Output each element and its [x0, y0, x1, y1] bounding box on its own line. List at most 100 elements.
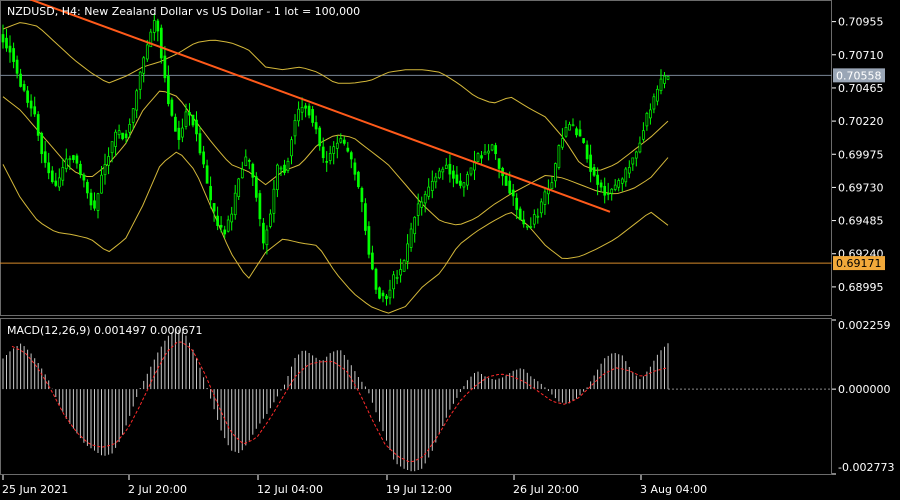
- candle: [96, 192, 100, 219]
- candle: [22, 80, 26, 93]
- candle: [307, 103, 311, 119]
- candle: [138, 70, 142, 100]
- candle: [448, 154, 452, 183]
- price-tick-label: 0.70220: [838, 115, 884, 128]
- candle: [582, 138, 585, 144]
- time-tick-label: 3 Aug 04:00: [640, 483, 707, 496]
- candle: [75, 153, 79, 169]
- candle: [385, 294, 388, 306]
- candle: [251, 162, 255, 186]
- trendline[interactable]: [29, 0, 611, 213]
- candle: [142, 56, 146, 83]
- level-price-badge: 0.69171: [833, 256, 885, 271]
- candle: [554, 162, 557, 188]
- candle: [314, 115, 318, 135]
- candle: [216, 206, 219, 231]
- price-tick-label: 0.70710: [838, 49, 884, 62]
- candle: [606, 182, 610, 201]
- candle: [240, 161, 244, 179]
- chart-window: 0.70955 0.70710 0.70465 0.70220 0.69975 0.697…: [0, 0, 894, 496]
- candle: [50, 166, 54, 184]
- candle: [413, 216, 417, 243]
- candle: [367, 221, 371, 259]
- candle: [40, 131, 44, 164]
- candle: [371, 245, 374, 271]
- candle: [589, 144, 592, 183]
- candle: [494, 142, 497, 160]
- candle: [406, 234, 409, 270]
- candle: [395, 270, 399, 285]
- candle: [283, 159, 286, 176]
- candle: [8, 35, 12, 63]
- candle: [79, 160, 82, 179]
- time-tick-label: 19 Jul 12:00: [386, 483, 452, 496]
- candle: [578, 120, 582, 137]
- candle: [666, 75, 670, 81]
- candle: [269, 209, 272, 229]
- price-tick-label: 0.69485: [838, 215, 884, 228]
- candle: [515, 193, 519, 219]
- candle: [279, 165, 283, 176]
- candle: [568, 121, 571, 131]
- svg-text:0.70558: 0.70558: [836, 69, 882, 82]
- candle: [286, 157, 290, 174]
- macd-histogram: [2, 328, 669, 472]
- candle: [663, 72, 666, 89]
- candle: [107, 147, 110, 175]
- chart-title: NZDUSD, H4: New Zealand Dollar vs US Dol…: [7, 5, 360, 18]
- candle: [459, 173, 462, 189]
- macd-signal-line: [11, 341, 669, 463]
- candle: [627, 160, 631, 179]
- candle: [624, 167, 628, 187]
- candle: [378, 286, 381, 300]
- candle: [392, 271, 395, 299]
- candle: [561, 128, 564, 150]
- candle: [72, 154, 75, 163]
- candle: [497, 158, 501, 179]
- candle: [265, 225, 269, 255]
- candle: [543, 188, 547, 215]
- candle: [539, 198, 543, 218]
- candle: [349, 150, 353, 169]
- candle: [26, 86, 29, 108]
- price-axis: 0.70955 0.70710 0.70465 0.70220 0.69975 0.697…: [832, 16, 894, 475]
- candle: [335, 135, 339, 159]
- candle: [276, 163, 279, 198]
- candle: [631, 157, 635, 171]
- candle: [634, 150, 638, 167]
- candle: [328, 145, 332, 165]
- candle: [297, 101, 300, 127]
- price-tick-label: 0.68995: [838, 281, 884, 294]
- candle: [603, 177, 607, 204]
- candle: [437, 167, 441, 180]
- candle: [205, 159, 209, 184]
- candle: [262, 218, 265, 250]
- candle: [444, 158, 448, 169]
- macd-tick-label: -0.002773: [838, 461, 894, 474]
- candle: [613, 179, 617, 192]
- candle: [434, 172, 438, 189]
- price-panel[interactable]: [0, 0, 832, 314]
- time-axis: 25 Jun 2021 2 Jul 20:00 12 Jul 04:00 19 Jul…: [2, 475, 707, 496]
- candle: [103, 153, 107, 185]
- candle: [272, 180, 276, 223]
- candle: [649, 103, 652, 125]
- candle: [177, 120, 181, 150]
- candle: [47, 152, 51, 180]
- candle: [57, 168, 61, 191]
- candle: [86, 179, 89, 199]
- candle: [159, 24, 163, 64]
- candle: [364, 198, 367, 236]
- candle: [167, 65, 170, 107]
- candle: [293, 114, 297, 145]
- candles: [1, 14, 670, 306]
- macd-panel[interactable]: [2, 328, 832, 472]
- candle: [409, 222, 413, 252]
- candle: [54, 172, 58, 188]
- candle: [43, 140, 47, 168]
- candle: [610, 188, 614, 201]
- candle: [254, 172, 258, 202]
- candle: [487, 144, 490, 161]
- price-tick-label: 0.69975: [838, 148, 884, 161]
- candle: [121, 132, 124, 141]
